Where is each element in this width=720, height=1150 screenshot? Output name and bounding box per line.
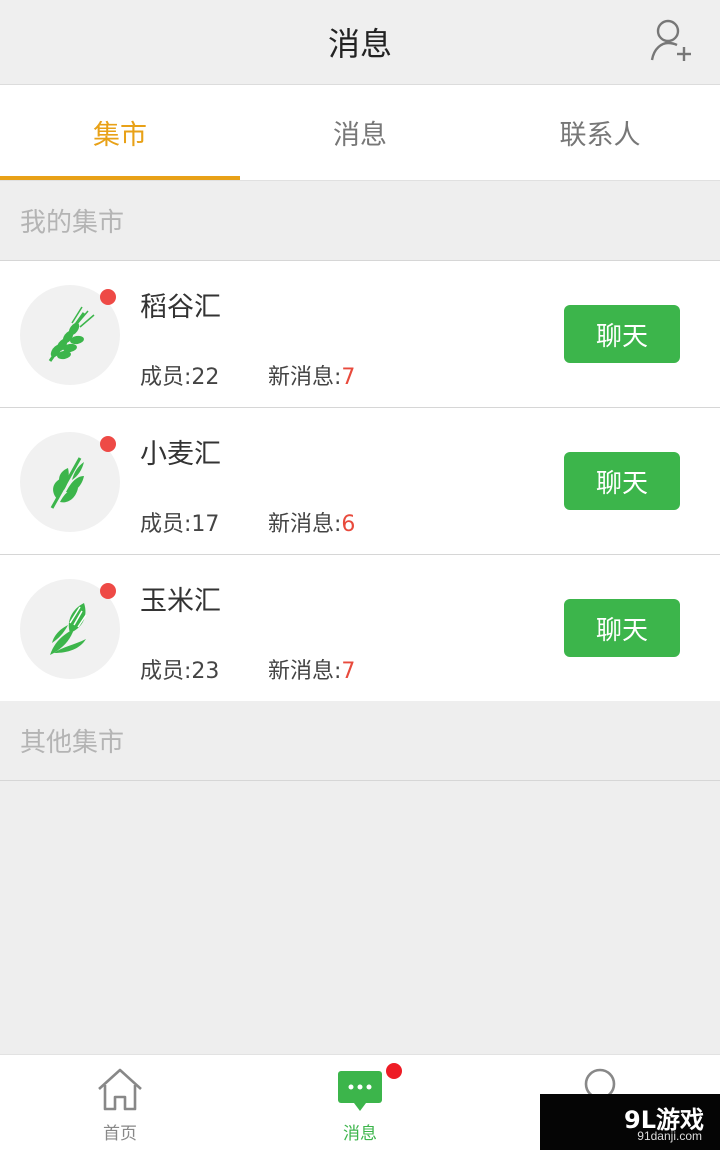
market-meta: 成员:17 新消息:6 — [140, 506, 355, 538]
new-message-value: 7 — [341, 365, 356, 390]
bottom-tab-home[interactable]: 首页 — [0, 1055, 240, 1150]
message-badge-dot — [386, 1063, 402, 1079]
unread-dot — [100, 289, 116, 305]
new-message-label: 新消息: — [268, 365, 342, 390]
section-other-market[interactable]: 其他集市 — [0, 701, 720, 781]
member-label: 成员: — [140, 512, 192, 537]
new-message-count: 新消息:6 — [268, 506, 355, 538]
market-list: 稻谷汇 成员:22 新消息:7 聊天 小麦汇 成员:17 新消息:6 聊天 玉米… — [0, 261, 720, 702]
member-count: 成员:23 — [140, 653, 268, 685]
chat-button[interactable]: 聊天 — [564, 599, 680, 657]
chat-bubble-icon — [338, 1071, 382, 1111]
market-row-wheat[interactable]: 小麦汇 成员:17 新消息:6 聊天 — [0, 408, 720, 555]
bottom-tab-home-label: 首页 — [103, 1124, 137, 1144]
market-name: 玉米汇 — [140, 586, 221, 617]
tab-contacts[interactable]: 联系人 — [480, 85, 720, 180]
chat-button[interactable]: 聊天 — [564, 305, 680, 363]
member-value: 17 — [191, 512, 220, 537]
watermark-logo: 9L游戏 91danji.com — [540, 1094, 720, 1150]
member-label: 成员: — [140, 365, 192, 390]
page-title: 消息 — [327, 25, 392, 63]
add-contact-icon[interactable] — [650, 18, 694, 64]
chat-button[interactable]: 聊天 — [564, 452, 680, 510]
home-icon — [98, 1068, 142, 1111]
member-value: 23 — [191, 659, 220, 684]
market-row-rice[interactable]: 稻谷汇 成员:22 新消息:7 聊天 — [0, 261, 720, 408]
new-message-value: 7 — [341, 659, 356, 684]
top-bar: 消息 — [0, 0, 720, 85]
new-message-count: 新消息:7 — [268, 359, 355, 391]
new-message-value: 6 — [341, 512, 356, 537]
market-row-corn[interactable]: 玉米汇 成员:23 新消息:7 聊天 — [0, 555, 720, 702]
market-meta: 成员:22 新消息:7 — [140, 359, 355, 391]
market-meta: 成员:23 新消息:7 — [140, 653, 355, 685]
bottom-tab-messages-label: 消息 — [343, 1124, 377, 1144]
unread-dot — [100, 436, 116, 452]
new-message-label: 新消息: — [268, 659, 342, 684]
tab-market[interactable]: 集市 — [0, 85, 240, 180]
member-value: 22 — [191, 365, 220, 390]
member-label: 成员: — [140, 659, 192, 684]
bottom-tab-messages[interactable]: 消息 — [240, 1055, 480, 1150]
top-tabs: 集市 消息 联系人 — [0, 85, 720, 181]
member-count: 成员:17 — [140, 506, 268, 538]
unread-dot — [100, 583, 116, 599]
watermark-sub-text: 91danji.com — [637, 1129, 702, 1143]
new-message-label: 新消息: — [268, 512, 342, 537]
tab-messages[interactable]: 消息 — [240, 85, 480, 180]
new-message-count: 新消息:7 — [268, 653, 355, 685]
section-my-market: 我的集市 — [0, 181, 720, 261]
market-name: 稻谷汇 — [140, 292, 221, 323]
market-name: 小麦汇 — [140, 439, 221, 470]
member-count: 成员:22 — [140, 359, 268, 391]
